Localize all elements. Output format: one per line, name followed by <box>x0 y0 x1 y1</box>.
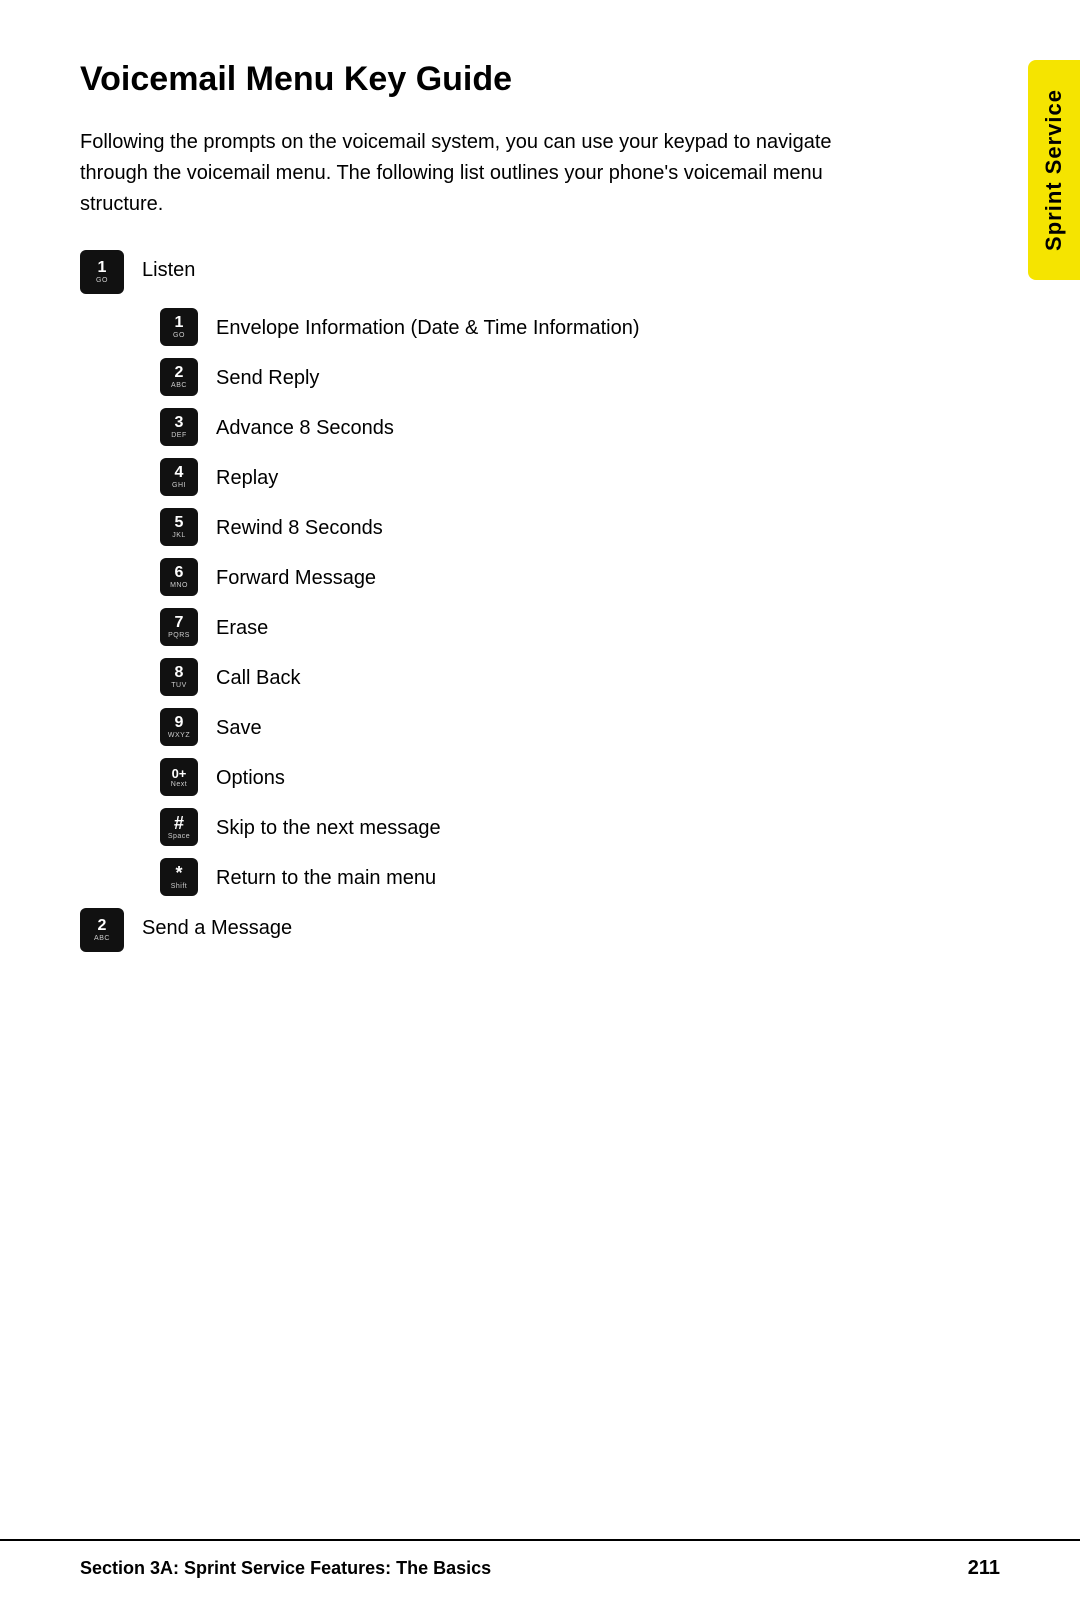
key-letters: GO <box>96 277 108 284</box>
options-label: Options <box>216 758 285 792</box>
key-letters: Next <box>171 781 187 788</box>
skip-label: Skip to the next message <box>216 808 441 842</box>
footer-page-number: 211 <box>968 1557 1000 1580</box>
listen-label: Listen <box>142 250 195 284</box>
key-badge-3: 3 DEF <box>160 408 198 446</box>
key-letters: MNO <box>170 582 188 589</box>
key-num: 8 <box>175 665 184 681</box>
menu-item-advance: 3 DEF Advance 8 Seconds <box>160 408 880 446</box>
advance-label: Advance 8 Seconds <box>216 408 394 442</box>
key-special: # <box>174 814 184 832</box>
menu-item-rewind: 5 JKL Rewind 8 Seconds <box>160 508 880 546</box>
menu-item-send-message: 2 ABC Send a Message <box>80 908 880 952</box>
callback-label: Call Back <box>216 658 300 692</box>
key-letters: GHI <box>172 482 186 489</box>
menu-item-envelope: 1 GO Envelope Information (Date & Time I… <box>160 308 880 346</box>
send-reply-label: Send Reply <box>216 358 319 392</box>
key-badge-1: 1 GO <box>160 308 198 346</box>
key-letters: ABC <box>94 935 110 942</box>
key-num: 0+ <box>172 767 187 780</box>
key-badge-2: 2 ABC <box>160 358 198 396</box>
key-letters: PQRS <box>168 632 190 639</box>
main-content: Voicemail Menu Key Guide Following the p… <box>0 0 980 1046</box>
key-letters: Space <box>168 833 190 840</box>
key-letters: WXYZ <box>168 732 190 739</box>
key-num: 2 <box>98 918 107 934</box>
footer-section-label: Section 3A: Sprint Service Features: The… <box>80 1558 491 1579</box>
send-message-label: Send a Message <box>142 908 292 942</box>
envelope-label: Envelope Information (Date & Time Inform… <box>216 308 640 342</box>
key-badge-7: 7 PQRS <box>160 608 198 646</box>
key-letters: Shift <box>171 883 188 890</box>
key-badge-0: 0+ Next <box>160 758 198 796</box>
menu-item-options: 0+ Next Options <box>160 758 880 796</box>
side-tab: Sprint Service <box>1028 60 1080 280</box>
rewind-label: Rewind 8 Seconds <box>216 508 383 542</box>
key-letters: DEF <box>171 432 187 439</box>
menu-item-skip: # Space Skip to the next message <box>160 808 880 846</box>
key-letters: TUV <box>171 682 187 689</box>
forward-label: Forward Message <box>216 558 376 592</box>
menu-item-listen: 1 GO Listen <box>80 250 880 294</box>
key-letters: ABC <box>171 382 187 389</box>
key-num: 9 <box>175 715 184 731</box>
key-letters: JKL <box>172 532 186 539</box>
key-badge-4: 4 GHI <box>160 458 198 496</box>
key-num: 1 <box>98 260 107 276</box>
key-num: 6 <box>175 565 184 581</box>
page-container: Sprint Service Voicemail Menu Key Guide … <box>0 0 1080 1620</box>
menu-item-send-reply: 2 ABC Send Reply <box>160 358 880 396</box>
menu-item-forward: 6 MNO Forward Message <box>160 558 880 596</box>
footer: Section 3A: Sprint Service Features: The… <box>0 1539 1080 1580</box>
key-num: 3 <box>175 415 184 431</box>
key-num: 4 <box>175 465 184 481</box>
replay-label: Replay <box>216 458 278 492</box>
key-badge-1-listen: 1 GO <box>80 250 124 294</box>
key-badge-hash: # Space <box>160 808 198 846</box>
key-num: 7 <box>175 615 184 631</box>
key-letters: GO <box>173 332 185 339</box>
page-title: Voicemail Menu Key Guide <box>80 60 880 99</box>
key-badge-2-top: 2 ABC <box>80 908 124 952</box>
key-badge-star: * Shift <box>160 858 198 896</box>
intro-text: Following the prompts on the voicemail s… <box>80 127 840 220</box>
key-num: 5 <box>175 515 184 531</box>
return-label: Return to the main menu <box>216 858 436 892</box>
key-num: 2 <box>175 365 184 381</box>
key-special: * <box>175 864 182 882</box>
menu-list: 1 GO Listen 1 GO Envelope Information (D… <box>80 250 880 952</box>
key-badge-6: 6 MNO <box>160 558 198 596</box>
key-badge-9: 9 WXYZ <box>160 708 198 746</box>
key-badge-8: 8 TUV <box>160 658 198 696</box>
key-num: 1 <box>175 315 184 331</box>
menu-item-return: * Shift Return to the main menu <box>160 858 880 896</box>
save-label: Save <box>216 708 262 742</box>
key-badge-5: 5 JKL <box>160 508 198 546</box>
menu-item-callback: 8 TUV Call Back <box>160 658 880 696</box>
menu-item-replay: 4 GHI Replay <box>160 458 880 496</box>
menu-item-save: 9 WXYZ Save <box>160 708 880 746</box>
side-tab-text: Sprint Service <box>1041 89 1067 251</box>
erase-label: Erase <box>216 608 268 642</box>
menu-item-erase: 7 PQRS Erase <box>160 608 880 646</box>
